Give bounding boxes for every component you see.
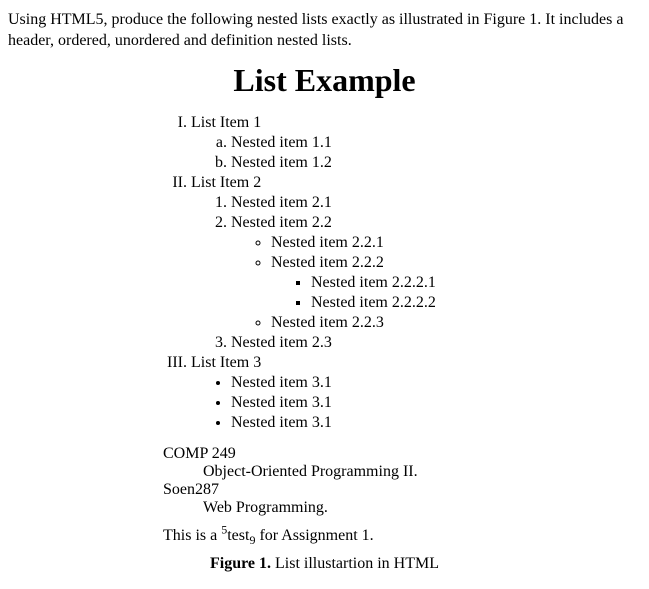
list-item: Nested item 2.2.2.2 (311, 293, 641, 313)
nested-circle-list: Nested item 2.2.1 Nested item 2.2.2 Nest… (231, 233, 641, 333)
nested-disc-list: Nested item 3.1 Nested item 3.1 Nested i… (191, 373, 641, 433)
list-item-label: Nested item 2.2 (231, 214, 332, 231)
nested-square-list: Nested item 2.2.2.1 Nested item 2.2.2.2 (271, 273, 641, 313)
list-item: Nested item 2.2.3 (271, 313, 641, 333)
footer-text: This is a (163, 527, 221, 544)
list-item: Nested item 1.1 (231, 133, 641, 153)
list-item: Nested item 2.2.2 Nested item 2.2.2.1 Ne… (271, 253, 641, 313)
list-item: List Item 3 Nested item 3.1 Nested item … (191, 353, 641, 433)
list-item-label: List Item 3 (191, 354, 261, 371)
footer-text: for Assignment 1. (255, 527, 373, 544)
definition-term: Soen287 (163, 481, 641, 499)
list-item: Nested item 1.2 (231, 153, 641, 173)
caption-text: List illustartion in HTML (271, 555, 439, 572)
list-item: Nested item 2.2.2.1 (311, 273, 641, 293)
list-item: Nested item 3.1 (231, 393, 641, 413)
outer-ordered-list: List Item 1 Nested item 1.1 Nested item … (163, 113, 641, 433)
list-item: Nested item 3.1 (231, 413, 641, 433)
definition-list: COMP 249 Object-Oriented Programming II.… (163, 445, 641, 517)
definition-desc: Object-Oriented Programming II. (203, 463, 641, 481)
list-item: Nested item 2.3 (231, 333, 641, 353)
list-item-label: List Item 1 (191, 114, 261, 131)
list-item-label: Nested item 2.2.2 (271, 254, 384, 271)
figure-content: List Item 1 Nested item 1.1 Nested item … (163, 113, 641, 545)
figure-caption: Figure 1. List illustartion in HTML (8, 555, 641, 573)
footer-line: This is a 5test9 for Assignment 1. (163, 527, 641, 545)
intro-paragraph: Using HTML5, produce the following neste… (8, 10, 641, 52)
caption-bold: Figure 1. (210, 555, 271, 572)
list-item: Nested item 2.2 Nested item 2.2.1 Nested… (231, 213, 641, 333)
list-item: Nested item 2.2.1 (271, 233, 641, 253)
list-item: List Item 2 Nested item 2.1 Nested item … (191, 173, 641, 353)
nested-alpha-list: Nested item 1.1 Nested item 1.2 (191, 133, 641, 173)
nested-decimal-list: Nested item 2.1 Nested item 2.2 Nested i… (191, 193, 641, 353)
list-item: List Item 1 Nested item 1.1 Nested item … (191, 113, 641, 173)
definition-term: COMP 249 (163, 445, 641, 463)
definition-desc: Web Programming. (203, 499, 641, 517)
list-item-label: List Item 2 (191, 174, 261, 191)
list-item: Nested item 3.1 (231, 373, 641, 393)
page-heading: List Example (8, 62, 641, 99)
list-item: Nested item 2.1 (231, 193, 641, 213)
footer-text: test (227, 527, 249, 544)
